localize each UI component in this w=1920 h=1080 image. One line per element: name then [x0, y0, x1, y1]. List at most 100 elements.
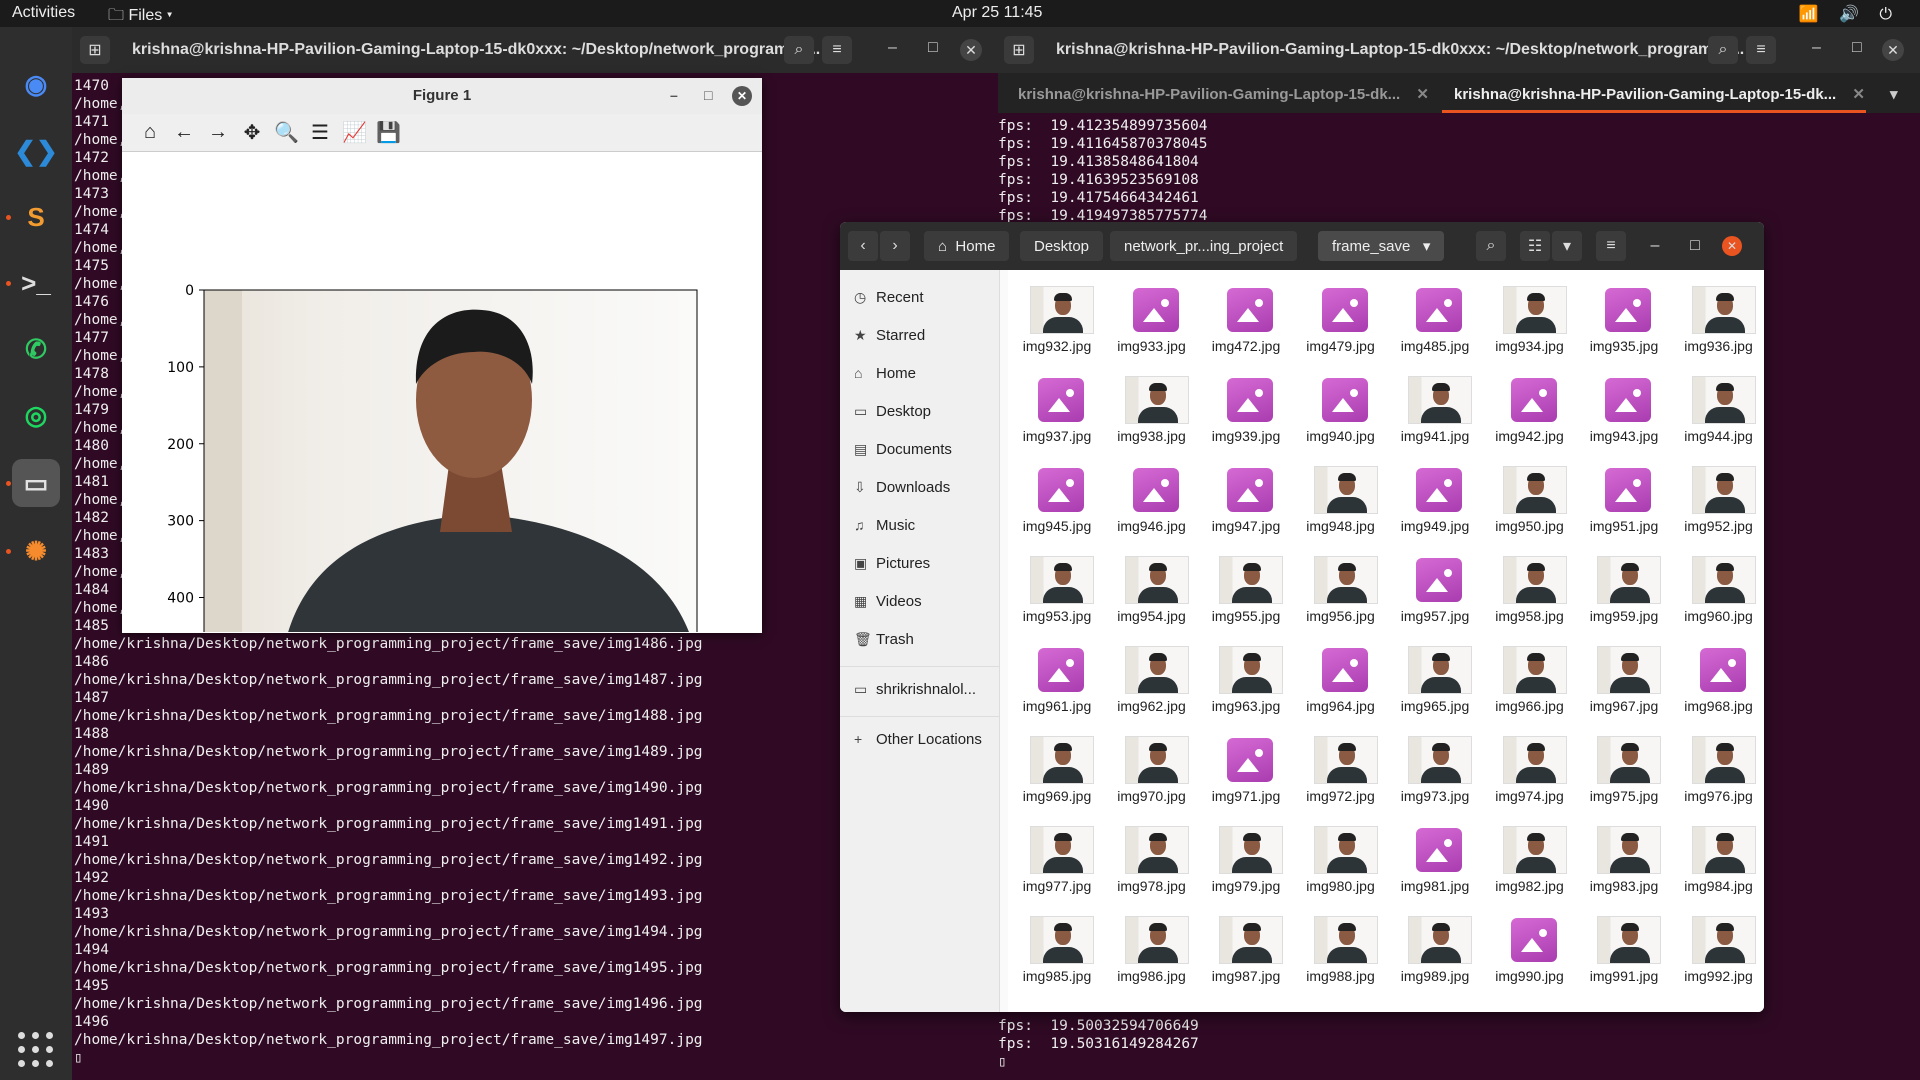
- file-item[interactable]: img963.jpg: [1201, 634, 1291, 724]
- terminal-icon[interactable]: >_: [12, 259, 60, 307]
- file-item[interactable]: img978.jpg: [1107, 814, 1197, 904]
- hamburger-menu-icon[interactable]: ≡: [1746, 36, 1776, 64]
- back-button[interactable]: ‹: [848, 231, 878, 261]
- file-item[interactable]: img952.jpg: [1674, 454, 1764, 544]
- sidebar-item-videos[interactable]: ▦ Videos: [854, 586, 922, 616]
- file-item[interactable]: img986.jpg: [1107, 904, 1197, 994]
- system-tray[interactable]: 📶 🔊 ⏻: [1799, 4, 1900, 24]
- sublime-text-icon[interactable]: S: [12, 193, 60, 241]
- terminal-tab[interactable]: krishna@krishna-HP-Pavilion-Gaming-Lapto…: [1018, 73, 1438, 113]
- file-item[interactable]: img951.jpg: [1579, 454, 1669, 544]
- file-item[interactable]: img992.jpg: [1674, 904, 1764, 994]
- file-item[interactable]: img964.jpg: [1296, 634, 1386, 724]
- sidebar-item-pictures[interactable]: ▣ Pictures: [854, 548, 930, 578]
- file-item[interactable]: img975.jpg: [1579, 724, 1669, 814]
- file-item[interactable]: img961.jpg: [1012, 634, 1102, 724]
- close-icon[interactable]: ✕: [732, 86, 752, 106]
- terminal-output-bottom[interactable]: fps: 19.50032594706649 fps: 19.503161492…: [998, 1017, 1199, 1071]
- matplotlib-figure-window[interactable]: Figure 1 – □ ✕ ⌂←→✥🔍☰📈💾 0100200300400500…: [122, 78, 762, 633]
- show-applications-icon[interactable]: [18, 1032, 54, 1068]
- tab-list-chevron-icon[interactable]: ▾: [1890, 73, 1898, 113]
- sidebar-item-music[interactable]: ♫ Music: [854, 510, 915, 540]
- maximize-icon[interactable]: □: [928, 39, 938, 57]
- file-item[interactable]: img968.jpg: [1674, 634, 1764, 724]
- file-item[interactable]: img985.jpg: [1012, 904, 1102, 994]
- search-icon[interactable]: ⌕: [784, 36, 814, 64]
- file-item[interactable]: img935.jpg: [1579, 274, 1669, 364]
- forward-button[interactable]: ›: [880, 231, 910, 261]
- pan-icon[interactable]: ✥: [240, 120, 264, 145]
- file-item[interactable]: img982.jpg: [1485, 814, 1575, 904]
- file-item[interactable]: img976.jpg: [1674, 724, 1764, 814]
- file-item[interactable]: img970.jpg: [1107, 724, 1197, 814]
- sidebar-item-downloads[interactable]: ⇩ Downloads: [854, 472, 950, 502]
- minimize-icon[interactable]: –: [1812, 39, 1821, 57]
- maximize-icon[interactable]: □: [704, 87, 712, 103]
- file-item[interactable]: img960.jpg: [1674, 544, 1764, 634]
- maximize-icon[interactable]: □: [1852, 39, 1862, 57]
- save-icon[interactable]: 💾: [376, 120, 401, 145]
- activities-button[interactable]: Activities: [12, 4, 75, 22]
- back-arrow-icon[interactable]: ←: [172, 121, 196, 144]
- file-item[interactable]: img955.jpg: [1201, 544, 1291, 634]
- file-item[interactable]: img942.jpg: [1485, 364, 1575, 454]
- sidebar-item-desktop[interactable]: ▭ Desktop: [854, 396, 931, 426]
- file-item[interactable]: img947.jpg: [1201, 454, 1291, 544]
- minimize-icon[interactable]: –: [670, 87, 678, 103]
- file-item[interactable]: img991.jpg: [1579, 904, 1669, 994]
- list-view-button[interactable]: ☷: [1520, 231, 1550, 261]
- file-item[interactable]: img969.jpg: [1012, 724, 1102, 814]
- close-tab-icon[interactable]: ✕: [1852, 86, 1865, 103]
- hamburger-menu-icon[interactable]: ≡: [1596, 231, 1626, 261]
- close-tab-icon[interactable]: ✕: [1416, 86, 1429, 103]
- search-icon[interactable]: ⌕: [1708, 36, 1738, 64]
- file-item[interactable]: img949.jpg: [1390, 454, 1480, 544]
- breadcrumb-project[interactable]: network_pr...ing_project: [1110, 231, 1298, 261]
- sidebar-item-drive[interactable]: ▭ shrikrishnalol...: [854, 674, 976, 704]
- close-icon[interactable]: ✕: [1722, 236, 1742, 256]
- sidebar-item-home[interactable]: ⌂ Home: [854, 358, 916, 388]
- file-item[interactable]: img940.jpg: [1296, 364, 1386, 454]
- home-icon[interactable]: ⌂: [138, 121, 162, 144]
- sidebar-item-recent[interactable]: ◷ Recent: [854, 282, 924, 312]
- file-item[interactable]: img979.jpg: [1201, 814, 1291, 904]
- file-item[interactable]: img485.jpg: [1390, 274, 1480, 364]
- breadcrumb-desktop[interactable]: Desktop: [1020, 231, 1104, 261]
- file-item[interactable]: img973.jpg: [1390, 724, 1480, 814]
- sidebar-item-documents[interactable]: ▤ Documents: [854, 434, 952, 464]
- clock[interactable]: Apr 25 11:45: [952, 4, 1042, 22]
- file-item[interactable]: img981.jpg: [1390, 814, 1480, 904]
- breadcrumb-frame-save[interactable]: frame_save ▾: [1318, 231, 1445, 261]
- new-tab-icon[interactable]: ⊞: [1004, 36, 1034, 64]
- close-icon[interactable]: ✕: [960, 39, 982, 61]
- search-button[interactable]: ⌕: [1476, 231, 1506, 261]
- file-item[interactable]: img956.jpg: [1296, 544, 1386, 634]
- file-item[interactable]: img990.jpg: [1485, 904, 1575, 994]
- file-item[interactable]: img967.jpg: [1579, 634, 1669, 724]
- file-item[interactable]: img948.jpg: [1296, 454, 1386, 544]
- vscode-icon[interactable]: ❮❯: [12, 127, 60, 175]
- minimize-icon[interactable]: –: [1640, 231, 1670, 261]
- forward-arrow-icon[interactable]: →: [206, 121, 230, 144]
- breadcrumb-home[interactable]: ⌂ Home: [924, 231, 1010, 261]
- view-options-chevron-icon[interactable]: ▾: [1552, 231, 1582, 261]
- sidebar-item-trash[interactable]: 🗑 Trash: [854, 624, 914, 654]
- terminal-output-top[interactable]: fps: 19.412354899735604 fps: 19.41164587…: [998, 117, 1208, 225]
- maximize-icon[interactable]: □: [1680, 231, 1710, 261]
- sidebar-item-other-locations[interactable]: + Other Locations: [854, 724, 982, 754]
- close-icon[interactable]: ✕: [1882, 39, 1904, 61]
- file-item[interactable]: img988.jpg: [1296, 904, 1386, 994]
- file-item[interactable]: img983.jpg: [1579, 814, 1669, 904]
- file-item[interactable]: img980.jpg: [1296, 814, 1386, 904]
- chrome-icon[interactable]: ◉: [12, 60, 60, 108]
- file-item[interactable]: img974.jpg: [1485, 724, 1575, 814]
- spotify-icon[interactable]: ◎: [12, 391, 60, 439]
- file-manager-window[interactable]: ‹ › ⌂ Home Desktop network_pr...ing_proj…: [840, 222, 1764, 1012]
- matplotlib-icon[interactable]: ✺: [12, 527, 60, 575]
- file-item[interactable]: img943.jpg: [1579, 364, 1669, 454]
- file-item[interactable]: img944.jpg: [1674, 364, 1764, 454]
- file-item[interactable]: img472.jpg: [1201, 274, 1291, 364]
- file-item[interactable]: img954.jpg: [1107, 544, 1197, 634]
- file-item[interactable]: img989.jpg: [1390, 904, 1480, 994]
- file-item[interactable]: img958.jpg: [1485, 544, 1575, 634]
